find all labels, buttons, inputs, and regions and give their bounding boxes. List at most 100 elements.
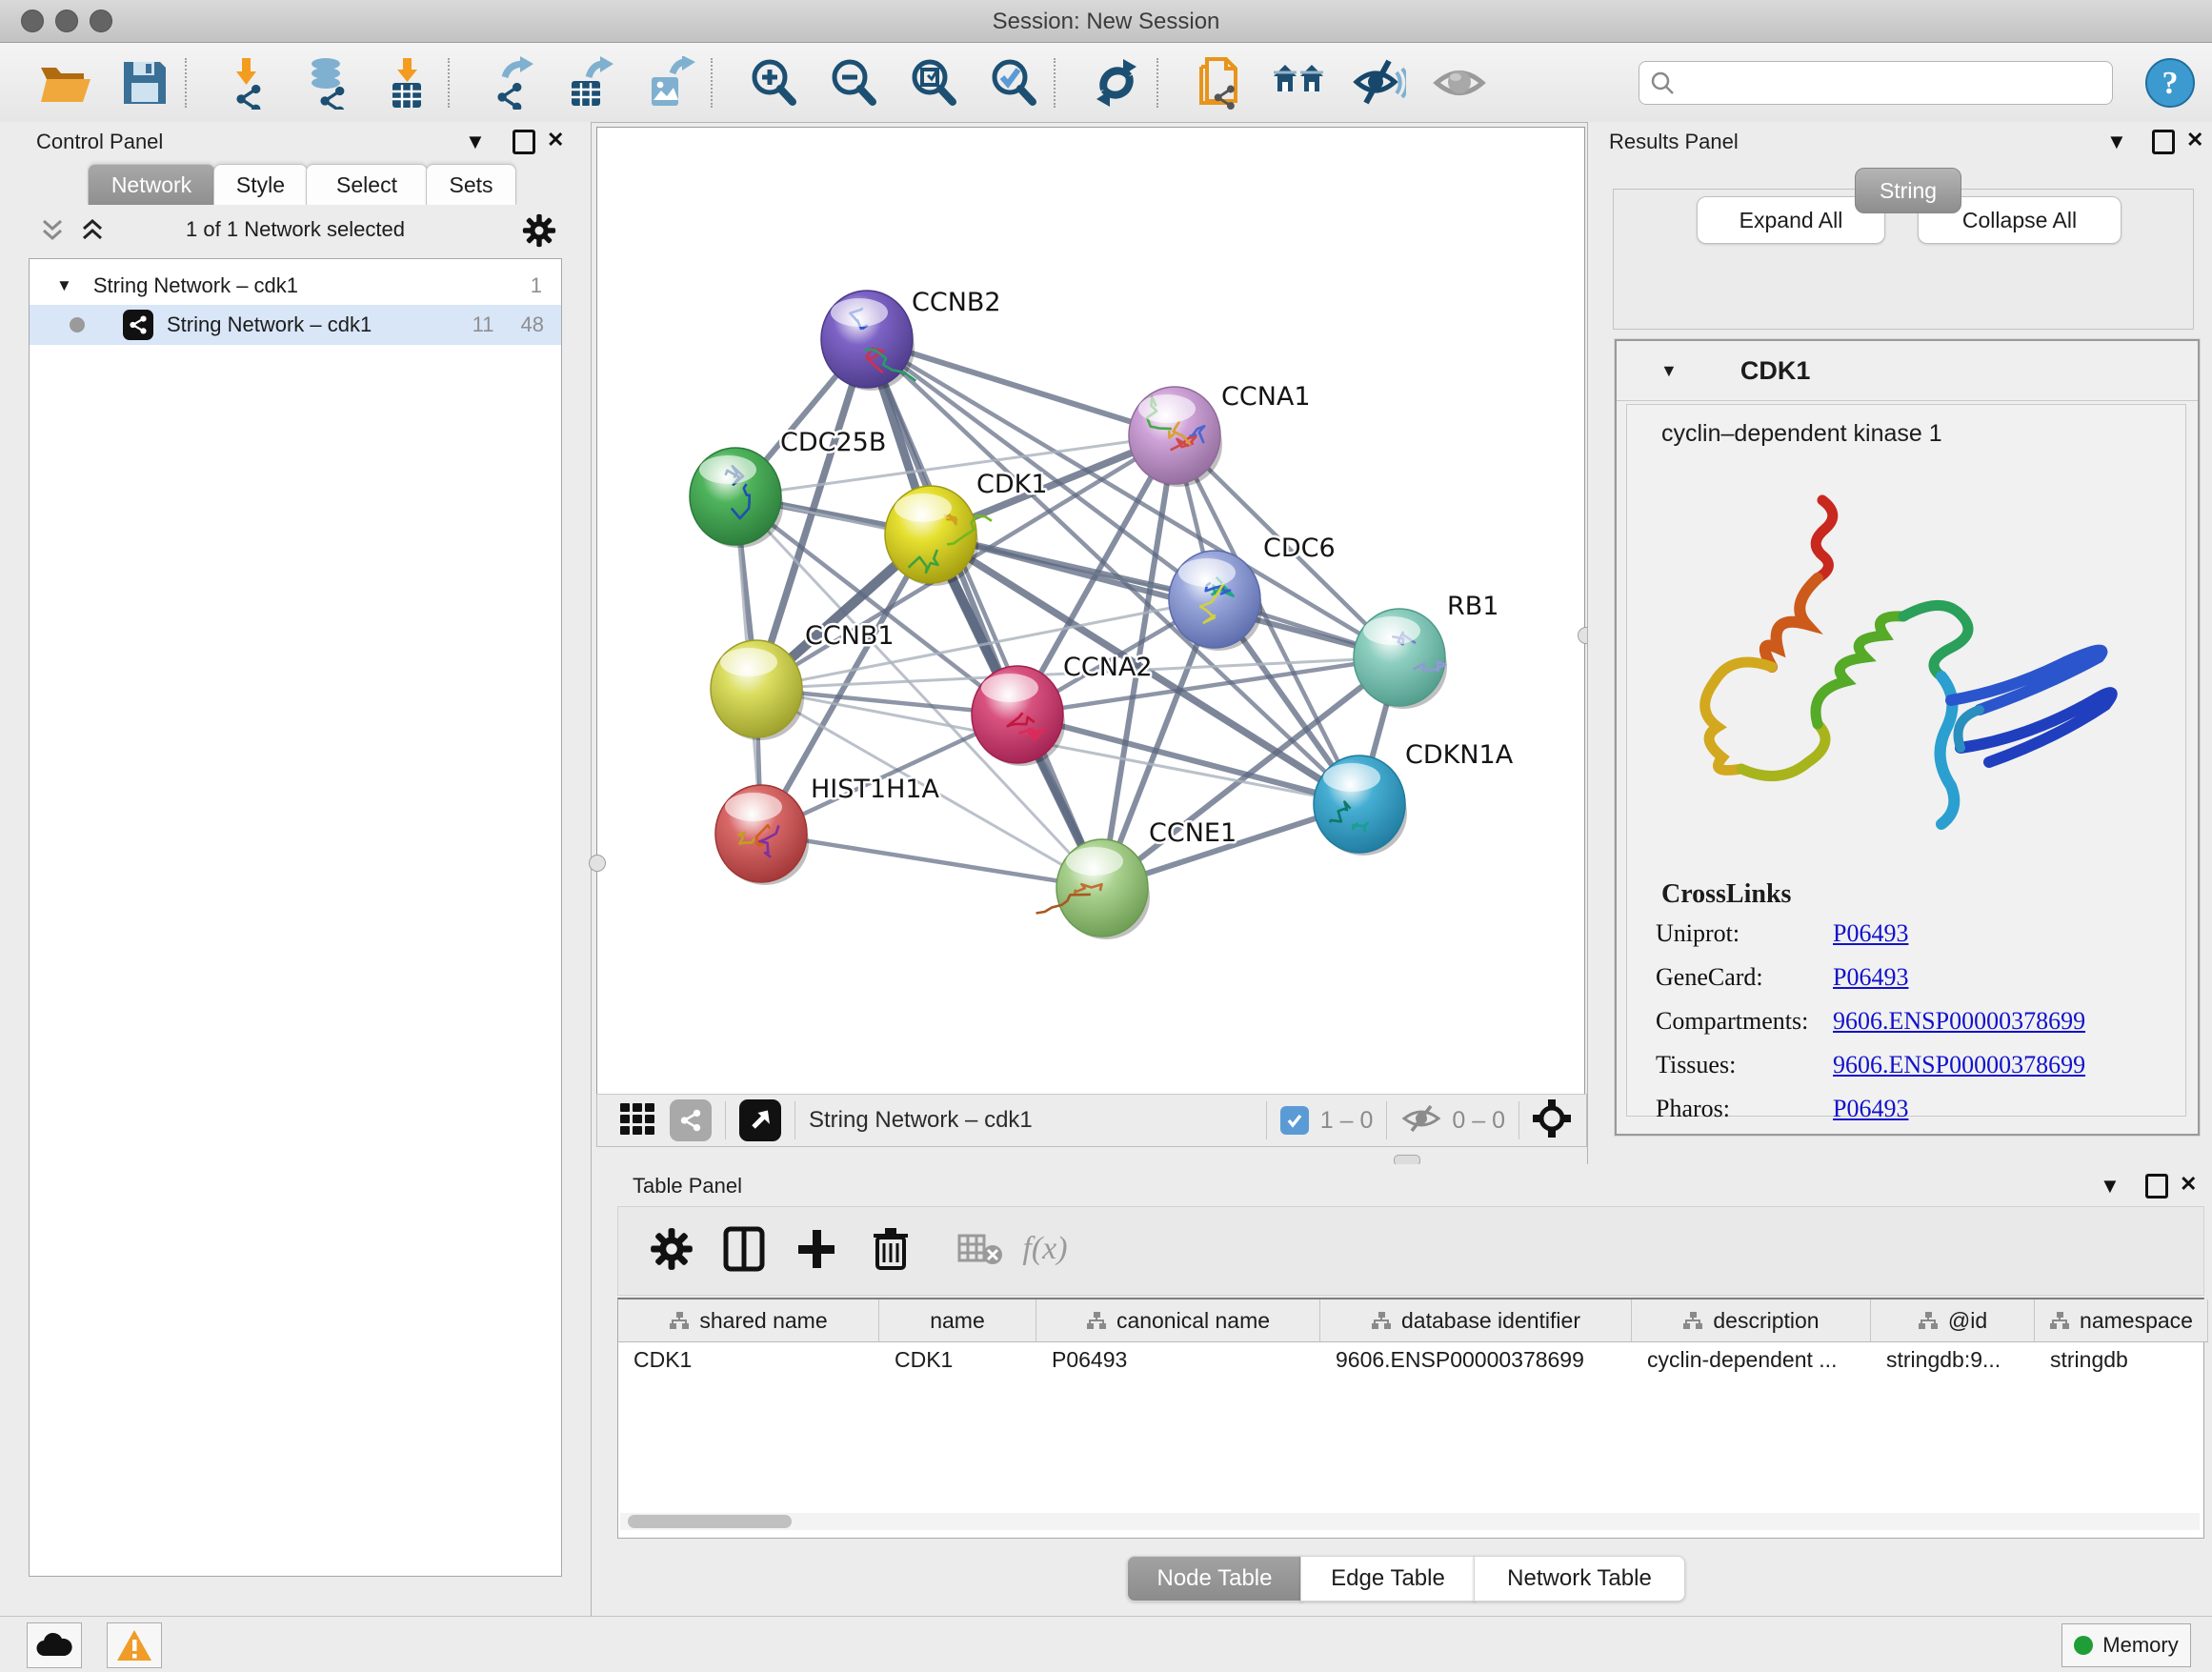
table-cell[interactable]: P06493 — [1036, 1342, 1319, 1377]
network-node-CDC25B[interactable] — [690, 448, 783, 548]
column-header-namespace[interactable]: namespace — [2035, 1299, 2208, 1342]
tab-select[interactable]: Select — [306, 164, 428, 205]
panel-float-icon[interactable] — [2145, 1174, 2168, 1199]
table-cell[interactable]: cyclin-dependent ... — [1632, 1342, 1870, 1377]
export-table-icon[interactable] — [562, 54, 619, 111]
search-box[interactable] — [1639, 61, 2113, 105]
left-splitter-handle[interactable] — [589, 855, 606, 872]
network-node-CDK1[interactable] — [885, 486, 992, 586]
column-header-database-identifier[interactable]: database identifier — [1320, 1299, 1632, 1342]
table-cell[interactable]: stringdb — [2035, 1342, 2207, 1377]
network-node-CCNE1[interactable] — [1036, 839, 1150, 939]
selected-checkbox-icon[interactable] — [1280, 1106, 1309, 1135]
network-canvas[interactable]: CCNB2CCNA1CDC25BCDK1CDC6RB1CCNB1CCNA2CDK… — [596, 127, 1585, 1096]
string-query-icon[interactable] — [1191, 54, 1248, 111]
network-node-CDKN1A[interactable] — [1314, 755, 1407, 856]
zoom-out-icon[interactable] — [825, 54, 882, 111]
open-in-window-icon[interactable] — [739, 1099, 781, 1141]
column-header-canonical-name[interactable]: canonical name — [1036, 1299, 1320, 1342]
table-tabs: Node TableEdge TableNetwork Table — [596, 1556, 2212, 1600]
table-gear-icon[interactable] — [645, 1222, 698, 1276]
refresh-layout-icon[interactable] — [1088, 54, 1145, 111]
crosslink-value-link[interactable]: P06493 — [1833, 1095, 1908, 1123]
delete-table-icon[interactable] — [954, 1222, 1007, 1276]
import-network-icon[interactable] — [219, 54, 276, 111]
zoom-fit-icon[interactable] — [905, 54, 962, 111]
column-header-description[interactable]: description — [1632, 1299, 1871, 1342]
grid-view-icon[interactable] — [618, 1099, 656, 1142]
memory-button[interactable]: Memory — [2061, 1623, 2191, 1667]
show-eye-icon[interactable] — [1431, 54, 1488, 111]
network-node-CCNA1[interactable] — [1129, 387, 1222, 487]
network-list: ▼ String Network – cdk1 1 String Network… — [29, 258, 562, 1577]
tab-edge-table[interactable]: Edge Table — [1300, 1556, 1476, 1601]
control-panel: Control Panel ▼ ✕ NetworkStyleSelectSets… — [0, 122, 592, 1616]
network-node-RB1[interactable] — [1354, 609, 1447, 709]
table-cell[interactable]: 9606.ENSP00000378699 — [1320, 1342, 1631, 1377]
hide-unhide-icon[interactable] — [1351, 54, 1408, 111]
cloud-icon[interactable] — [27, 1622, 82, 1668]
panel-close-icon[interactable]: ✕ — [547, 130, 564, 151]
neighbors-icon[interactable] — [1271, 54, 1328, 111]
network-row[interactable]: String Network – cdk1 11 48 — [30, 305, 561, 345]
tab-network[interactable]: Network — [88, 164, 215, 205]
column-header-name[interactable]: name — [879, 1299, 1036, 1342]
network-root-row[interactable]: ▼ String Network – cdk1 1 — [30, 267, 561, 305]
export-image-icon[interactable] — [642, 54, 699, 111]
panel-collapse-icon[interactable]: ▼ — [2100, 1176, 2121, 1197]
tab-node-table[interactable]: Node Table — [1127, 1556, 1302, 1601]
tab-sets[interactable]: Sets — [426, 164, 516, 205]
column-header--id[interactable]: @id — [1871, 1299, 2035, 1342]
gene-expander-icon[interactable]: ▼ — [1660, 361, 1678, 381]
crosslink-value-link[interactable]: P06493 — [1833, 919, 1908, 948]
network-node-CCNB1[interactable] — [711, 640, 804, 740]
gear-icon[interactable] — [522, 213, 556, 252]
panel-close-icon[interactable]: ✕ — [2186, 130, 2203, 151]
column-header-shared-name[interactable]: shared name — [618, 1299, 879, 1342]
tab-style[interactable]: Style — [213, 164, 308, 205]
tab-network-table[interactable]: Network Table — [1474, 1556, 1685, 1601]
tab-string[interactable]: String — [1855, 168, 1961, 213]
horizontal-scrollbar[interactable] — [620, 1513, 2200, 1530]
control-panel-tabs: NetworkStyleSelectSets — [0, 164, 591, 204]
tree-expander-icon[interactable]: ▼ — [56, 276, 72, 295]
network-node-CCNA2[interactable] — [972, 666, 1065, 766]
warning-icon[interactable] — [107, 1622, 162, 1668]
save-session-icon[interactable] — [116, 54, 173, 111]
hidden-eye-icon — [1400, 1103, 1442, 1138]
panel-float-icon[interactable] — [2152, 130, 2175, 154]
gene-header-row[interactable]: ▼ CDK1 — [1617, 341, 2198, 401]
cytoscape-window: { "window": { "title": "Session: New Ses… — [0, 0, 2212, 1671]
crosslink-value-link[interactable]: 9606.ENSP00000378699 — [1833, 1007, 2085, 1036]
scrollbar-thumb[interactable] — [628, 1515, 792, 1528]
crosslink-value-link[interactable]: 9606.ENSP00000378699 — [1833, 1051, 2085, 1079]
network-node-HIST1H1A[interactable] — [715, 785, 809, 885]
network-view-title: String Network – cdk1 — [809, 1107, 1033, 1134]
title-bar: Session: New Session — [0, 0, 2212, 43]
table-cell[interactable]: CDK1 — [879, 1342, 1036, 1377]
zoom-in-icon[interactable] — [745, 54, 802, 111]
open-session-icon[interactable] — [36, 54, 93, 111]
panel-collapse-icon[interactable]: ▼ — [465, 131, 486, 152]
network-share-view-icon[interactable] — [670, 1099, 712, 1141]
zoom-selected-icon[interactable] — [985, 54, 1042, 111]
table-columns-icon[interactable] — [717, 1222, 771, 1276]
network-graph[interactable]: CCNB2CCNA1CDC25BCDK1CDC6RB1CCNB1CCNA2CDK… — [597, 128, 1584, 1095]
import-database-icon[interactable] — [299, 54, 356, 111]
export-network-icon[interactable] — [482, 54, 539, 111]
table-cell[interactable]: CDK1 — [618, 1342, 878, 1377]
help-icon[interactable]: ? — [2142, 54, 2199, 111]
delete-column-icon[interactable] — [864, 1222, 917, 1276]
collapse-all-icon[interactable] — [38, 217, 67, 249]
import-table-icon[interactable] — [379, 54, 436, 111]
search-input[interactable] — [1685, 65, 2112, 101]
birdseye-toggle-icon[interactable] — [1533, 1099, 1571, 1142]
table-cell[interactable]: stringdb:9... — [1871, 1342, 2034, 1377]
expand-all-icon[interactable] — [78, 217, 107, 249]
function-builder-icon[interactable]: f(x) — [1018, 1222, 1072, 1276]
panel-collapse-icon[interactable]: ▼ — [2106, 131, 2127, 152]
add-column-icon[interactable] — [790, 1222, 843, 1276]
panel-float-icon[interactable] — [513, 130, 535, 154]
crosslink-value-link[interactable]: P06493 — [1833, 963, 1908, 992]
panel-close-icon[interactable]: ✕ — [2180, 1174, 2197, 1195]
